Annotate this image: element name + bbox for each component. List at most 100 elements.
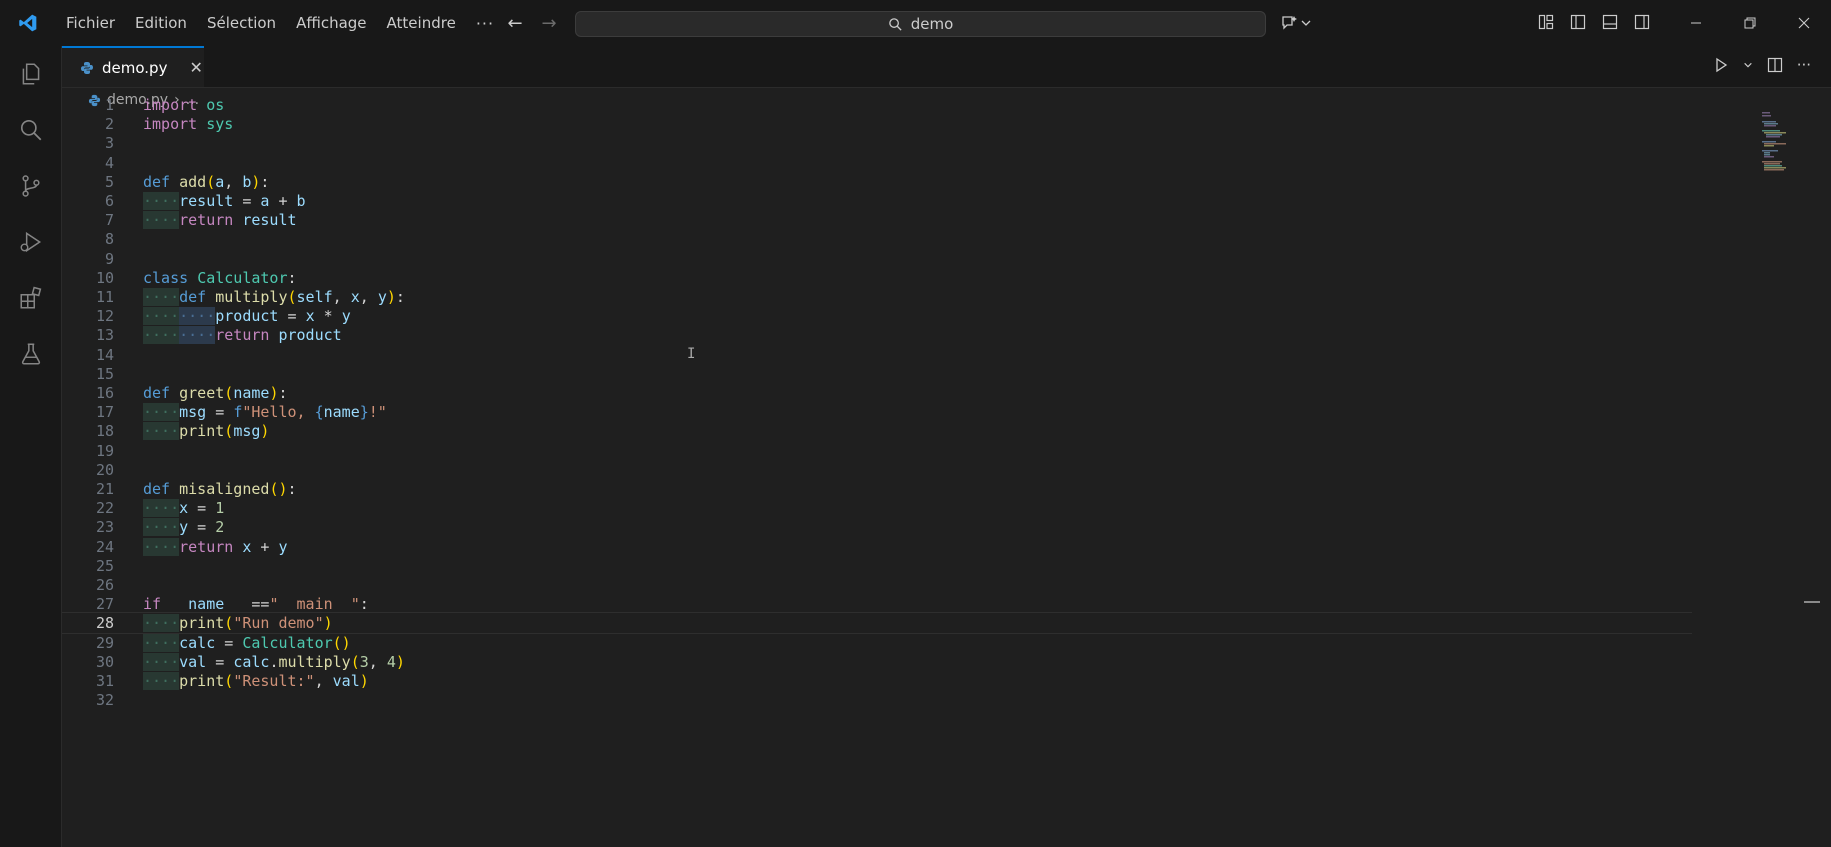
- scrollbar-position-marker[interactable]: [1804, 601, 1820, 603]
- code-token: calc: [179, 633, 216, 652]
- code-token: +: [269, 192, 297, 210]
- code-token: ): [359, 672, 369, 690]
- code-token: __name__: [170, 595, 243, 614]
- menu-affichage[interactable]: Affichage: [286, 0, 376, 46]
- code-token: print: [179, 672, 225, 690]
- toggle-primary-sidebar-icon[interactable]: [1568, 12, 1588, 32]
- code-token: =: [233, 192, 261, 210]
- split-editor-icon[interactable]: [1767, 57, 1783, 73]
- menu-more-icon[interactable]: ···: [466, 14, 504, 33]
- code-token: result: [179, 192, 234, 210]
- code-token: msg: [233, 422, 261, 441]
- code-token: ,: [332, 288, 351, 306]
- code-token: name: [233, 384, 270, 402]
- minimize-icon[interactable]: [1669, 0, 1723, 46]
- code-token: (: [224, 384, 234, 402]
- menu-bar: Fichier Edition Sélection Affichage Atte…: [56, 0, 504, 46]
- line-number: 32: [95, 691, 114, 710]
- toggle-secondary-sidebar-icon[interactable]: [1632, 12, 1652, 32]
- code-token: x: [179, 499, 189, 518]
- code-token: Calculator: [242, 633, 333, 652]
- code-token: self: [296, 288, 333, 306]
- menu-edition[interactable]: Edition: [125, 0, 197, 46]
- search-icon[interactable]: [0, 102, 61, 158]
- customize-layout-icon[interactable]: [1536, 12, 1556, 32]
- title-bar: Fichier Edition Sélection Affichage Atte…: [0, 0, 1831, 47]
- code-token: class: [143, 268, 189, 287]
- toggle-panel-icon[interactable]: [1600, 12, 1620, 32]
- code-token: product: [215, 307, 279, 326]
- extensions-icon[interactable]: [0, 270, 61, 326]
- indent-guide: ····: [179, 326, 216, 345]
- close-tab-icon[interactable]: ✕: [189, 58, 202, 77]
- code-token: ): [386, 288, 396, 306]
- run-python-file-icon[interactable]: [1713, 57, 1729, 73]
- command-center-search[interactable]: demo: [575, 11, 1266, 37]
- code-token: b: [296, 192, 306, 210]
- more-actions-icon[interactable]: ···: [1797, 56, 1811, 74]
- code-token: product: [278, 326, 342, 345]
- vscode-logo-icon[interactable]: [0, 0, 56, 46]
- code-token: if: [143, 595, 162, 614]
- code-token: name: [323, 403, 360, 422]
- indent-guide: ····: [143, 192, 180, 210]
- code-token: (: [287, 288, 297, 306]
- code-token: 3: [359, 652, 369, 671]
- window-controls: [1669, 0, 1831, 46]
- restore-icon[interactable]: [1723, 0, 1777, 46]
- code-token: a: [215, 172, 225, 191]
- code-token: misaligned: [179, 480, 270, 498]
- code-token: Calculator: [197, 268, 288, 287]
- chevron-down-icon: [1301, 20, 1311, 26]
- back-arrow-icon[interactable]: ←: [505, 13, 525, 34]
- menu-fichier[interactable]: Fichier: [56, 0, 125, 46]
- search-icon: [888, 17, 902, 31]
- indent-guide: ····: [143, 403, 180, 422]
- code-token: =: [278, 307, 306, 326]
- menu-selection[interactable]: Sélection: [197, 0, 286, 46]
- code-token: multiply: [278, 652, 351, 671]
- code-token: x: [305, 307, 315, 326]
- testing-flask-icon[interactable]: [0, 326, 61, 382]
- code-token: add: [179, 172, 207, 191]
- forward-arrow-icon[interactable]: →: [539, 13, 559, 34]
- python-file-icon: [81, 61, 93, 74]
- code-token: os: [206, 96, 225, 114]
- minimap[interactable]: [1762, 112, 1831, 172]
- code-token: ): [260, 422, 270, 441]
- code-token: result: [242, 211, 297, 230]
- code-token: +: [251, 537, 279, 556]
- code-token: =: [188, 518, 216, 537]
- copilot-button[interactable]: [1280, 12, 1312, 34]
- code-token: *: [314, 307, 342, 326]
- code-token: ,: [314, 672, 333, 690]
- code-token: return: [215, 326, 270, 345]
- indent-guide: ····: [143, 307, 180, 326]
- indent-guide: ····: [143, 537, 180, 556]
- menu-atteindre[interactable]: Atteindre: [377, 0, 466, 46]
- code-token: (: [350, 652, 360, 671]
- close-window-icon[interactable]: [1777, 0, 1831, 46]
- tab-demo-py[interactable]: demo.py ✕: [62, 46, 204, 87]
- code-token: :: [395, 288, 405, 306]
- code-token: import: [143, 96, 198, 114]
- source-control-icon[interactable]: [0, 158, 61, 214]
- code-token: (): [332, 633, 351, 652]
- code-editor[interactable]: I 1 import os 2 import sys 3 4 5 def add(a, b):…: [62, 96, 1831, 847]
- code-token: :: [260, 172, 270, 191]
- explorer-icon[interactable]: [0, 46, 61, 102]
- code-token: 4: [386, 652, 396, 671]
- code-token: y: [377, 288, 387, 306]
- code-token: val: [179, 652, 207, 671]
- run-and-debug-icon[interactable]: [0, 214, 61, 270]
- code-line[interactable]: 32: [62, 689, 1692, 711]
- chevron-down-icon[interactable]: [1743, 60, 1753, 70]
- code-token: (): [269, 480, 288, 498]
- code-token: ,: [368, 652, 387, 671]
